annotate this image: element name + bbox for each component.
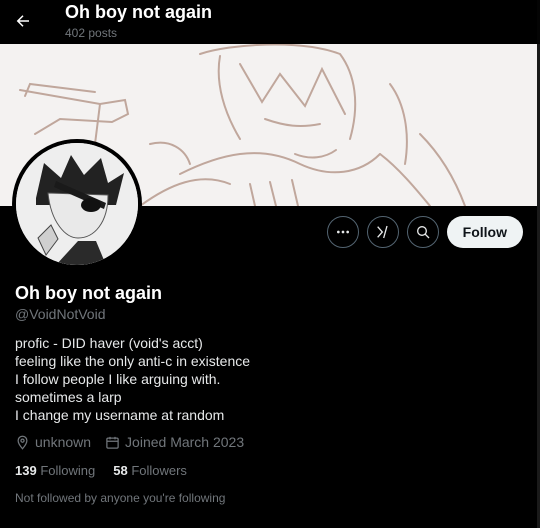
post-count: 402 posts bbox=[65, 26, 118, 40]
bio-line: I follow people I like arguing with. bbox=[15, 371, 221, 387]
followed-by-note: Not followed by anyone you're following bbox=[15, 491, 226, 505]
profile-actions: Follow bbox=[326, 216, 523, 248]
join-date-text: Joined March 2023 bbox=[125, 434, 245, 450]
back-arrow-icon bbox=[16, 15, 29, 27]
followers-link[interactable]: 58 Followers bbox=[113, 463, 187, 478]
more-button[interactable] bbox=[326, 216, 359, 248]
follow-stats: 139 Following 58 Followers bbox=[15, 463, 187, 478]
join-date: Joined March 2023 bbox=[105, 434, 244, 450]
display-name: Oh boy not again bbox=[15, 283, 162, 303]
more-icon bbox=[336, 230, 349, 234]
bio-line: sometimes a larp bbox=[15, 389, 122, 405]
back-button[interactable] bbox=[10, 8, 36, 34]
search-button[interactable] bbox=[406, 216, 439, 248]
bio-line: I change my username at random bbox=[15, 407, 225, 423]
bio-line: profic - DID haver (void's acct) bbox=[15, 335, 203, 351]
following-label: Following bbox=[40, 463, 96, 478]
avatar-image bbox=[16, 143, 138, 265]
avatar[interactable] bbox=[12, 139, 142, 269]
follow-button[interactable]: Follow bbox=[446, 216, 523, 248]
grok-icon bbox=[376, 225, 388, 239]
calendar-icon bbox=[106, 436, 119, 449]
followers-count: 58 bbox=[113, 463, 132, 478]
bio-line: feeling like the only anti-c in existenc… bbox=[15, 353, 251, 369]
user-handle: @VoidNotVoid bbox=[15, 306, 106, 322]
followers-label: Followers bbox=[131, 463, 187, 478]
grok-button[interactable] bbox=[366, 216, 399, 248]
bio: profic - DID haver (void's acct) feeling… bbox=[15, 334, 250, 424]
location: unknown bbox=[15, 434, 91, 450]
header-title: Oh boy not again bbox=[65, 2, 212, 22]
top-bar: Oh boy not again 402 posts bbox=[0, 0, 540, 44]
profile-meta: unknown Joined March 2023 bbox=[15, 434, 244, 450]
location-icon bbox=[17, 435, 28, 450]
search-icon bbox=[416, 226, 430, 239]
following-count: 139 bbox=[15, 463, 41, 478]
following-link[interactable]: 139 Following bbox=[15, 463, 95, 478]
location-text: unknown bbox=[35, 434, 92, 450]
